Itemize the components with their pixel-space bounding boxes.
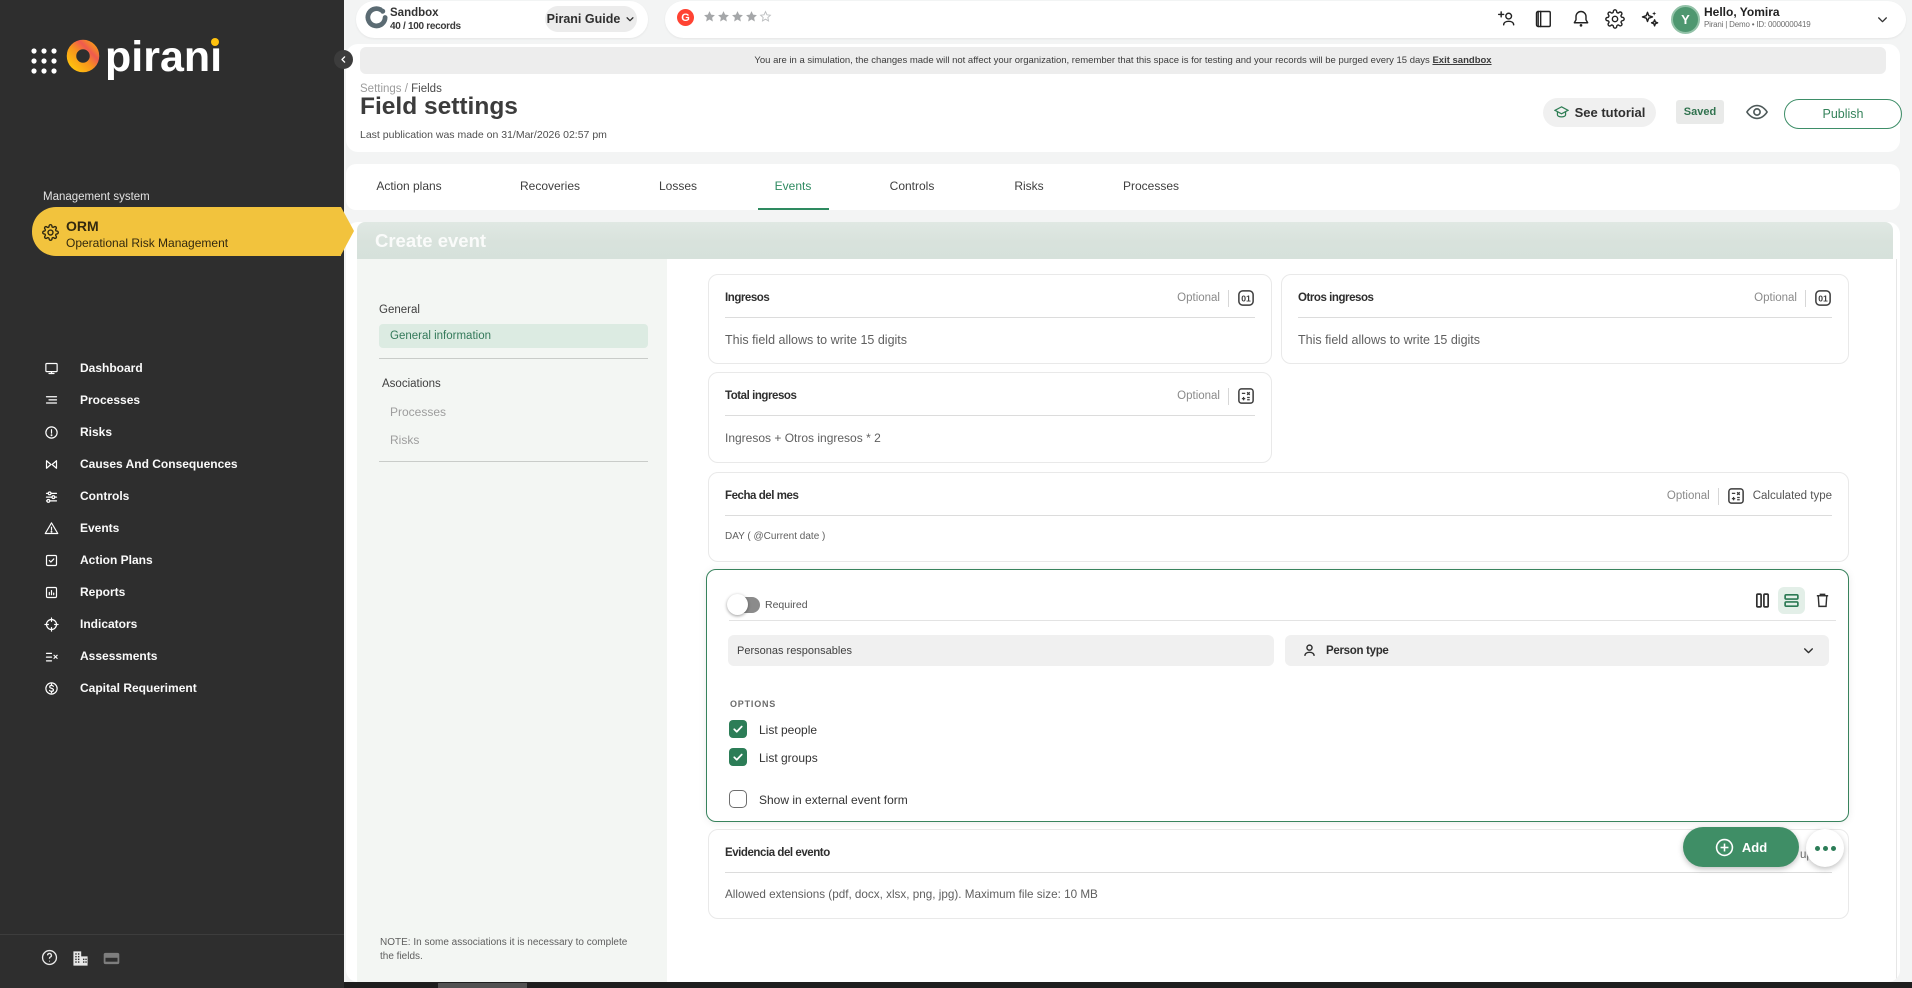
svg-text:01: 01 [1241,293,1251,303]
svg-text:01: 01 [1818,293,1828,303]
